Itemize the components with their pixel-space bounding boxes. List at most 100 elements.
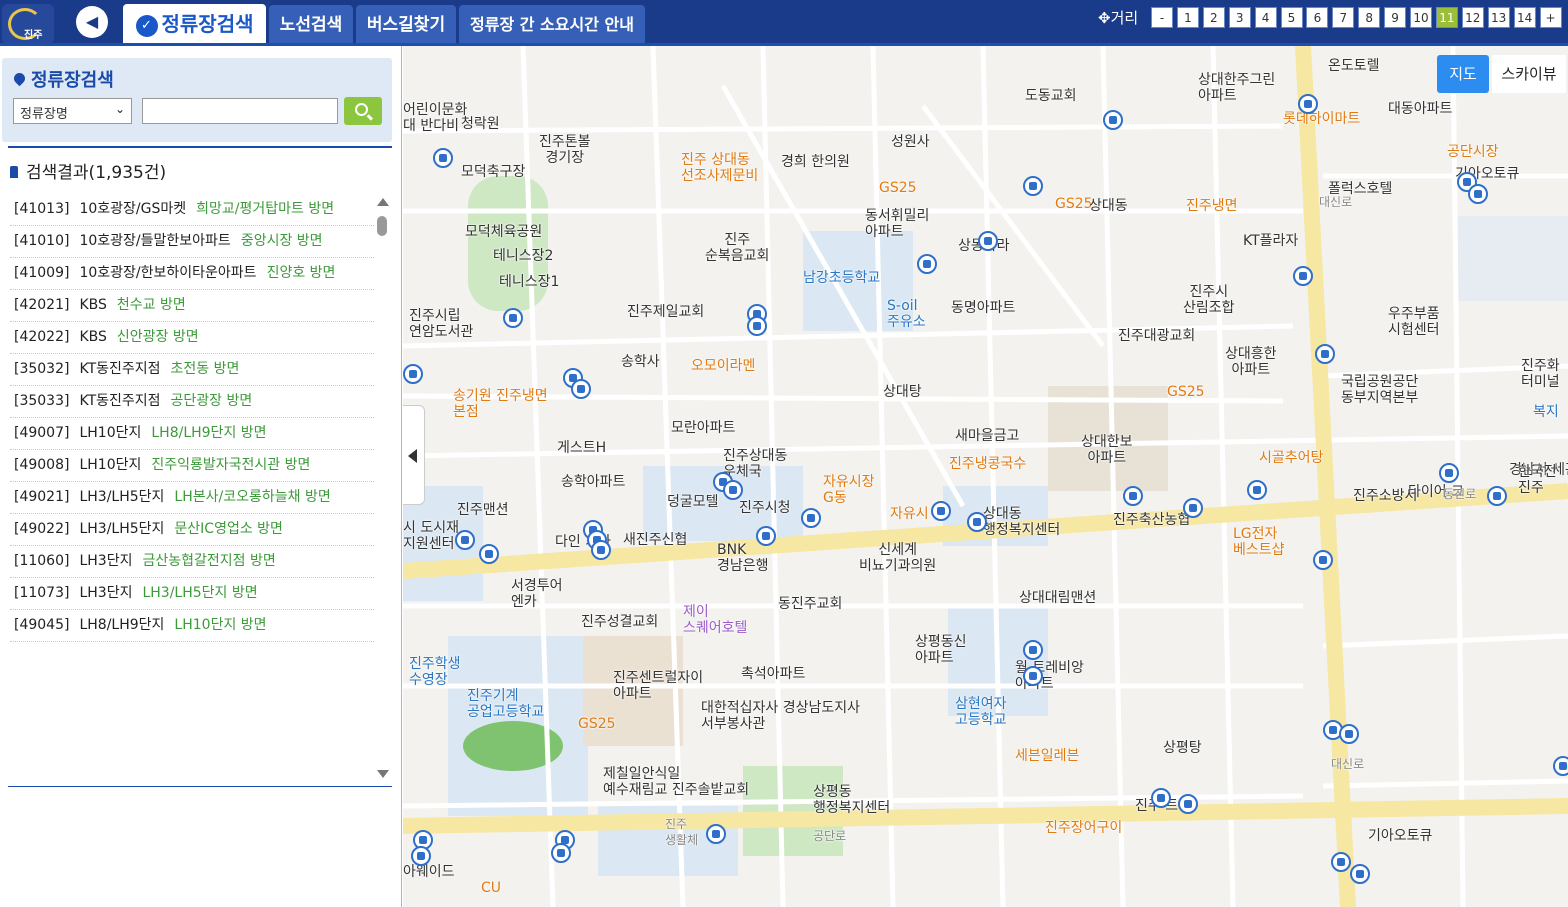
bus-stop-icon[interactable] bbox=[1553, 756, 1568, 776]
map-label[interactable]: 대신로 bbox=[1331, 756, 1364, 772]
map-label[interactable]: 제이 스퀘어호텔 bbox=[683, 604, 747, 636]
bus-stop-icon[interactable] bbox=[479, 544, 499, 564]
map-label[interactable]: 상대대림맨션 bbox=[1019, 590, 1096, 606]
map-label[interactable]: 국립공원공단 동부지역본부 bbox=[1341, 374, 1418, 406]
jinju-logo[interactable]: 진주 bbox=[2, 4, 54, 44]
map-label[interactable]: BNK 경남은행 bbox=[717, 542, 769, 574]
scroll-up-arrow-icon[interactable] bbox=[377, 198, 389, 206]
result-item[interactable]: [49008] LH10단지 진주익룡발자국전시관 방면 bbox=[10, 450, 374, 482]
bus-stop-icon[interactable] bbox=[1023, 666, 1043, 686]
zoom-level-11[interactable]: 11 bbox=[1435, 7, 1458, 28]
map-label[interactable]: 송기원 진주냉면 본점 bbox=[453, 388, 548, 420]
map-label[interactable]: S-oil 주유소 bbox=[887, 298, 926, 330]
map-label[interactable]: 진주기계 공업고등학교 bbox=[467, 688, 544, 720]
map-label[interactable]: 아웨이드 bbox=[403, 864, 455, 880]
bus-stop-icon[interactable] bbox=[1178, 794, 1198, 814]
map-label[interactable]: GS25 bbox=[578, 716, 616, 732]
result-item[interactable]: [42022] KBS 신안광장 방면 bbox=[10, 322, 374, 354]
map-label[interactable]: 테니스장1 bbox=[499, 274, 559, 290]
map-label[interactable]: 진주장어구이 bbox=[1045, 820, 1122, 836]
result-item[interactable]: [49021] LH3/LH5단지 LH본사/코오롱하늘채 방면 bbox=[10, 482, 374, 514]
map-label[interactable]: 대한적십자사 경상남도지사 서부봉사관 bbox=[701, 700, 860, 732]
map-label[interactable]: 게스트H bbox=[557, 440, 606, 456]
map-label[interactable]: 상평탕 bbox=[1163, 740, 1202, 756]
bus-stop-icon[interactable] bbox=[455, 530, 475, 550]
map-label[interactable]: GS25 bbox=[879, 180, 917, 196]
map-label[interactable]: 진주 생활체 bbox=[665, 816, 698, 848]
map-label[interactable]: 진주냉콩국수 bbox=[949, 456, 1026, 472]
zoom-level-14[interactable]: 14 bbox=[1513, 7, 1536, 28]
bus-stop-icon[interactable] bbox=[1439, 463, 1459, 483]
zoom-level-6[interactable]: 6 bbox=[1306, 7, 1329, 28]
map-label[interactable]: 송학아파트 bbox=[561, 474, 625, 490]
zoom-level-9[interactable]: 9 bbox=[1384, 7, 1407, 28]
bus-stop-icon[interactable] bbox=[1293, 266, 1313, 286]
map-label[interactable]: 상평동신 아파트 bbox=[915, 634, 967, 666]
zoom-in-button[interactable]: + bbox=[1539, 7, 1562, 28]
map-label[interactable]: 신세계 비뇨기과의원 bbox=[859, 542, 936, 574]
map-label[interactable]: 삼현여자 고등학교 bbox=[955, 696, 1007, 728]
map-label[interactable]: 상대탕 bbox=[883, 384, 922, 400]
map-label[interactable]: 진주시립 연암도서관 bbox=[409, 308, 473, 340]
map-label[interactable]: 서경투어 엔카 bbox=[511, 578, 563, 610]
bus-stop-icon[interactable] bbox=[1023, 640, 1043, 660]
zoom-level-3[interactable]: 3 bbox=[1228, 7, 1251, 28]
map-label[interactable]: 우주부품 시험센터 bbox=[1388, 306, 1440, 338]
map-label[interactable]: GS25 bbox=[1167, 384, 1205, 400]
bus-stop-icon[interactable] bbox=[1339, 724, 1359, 744]
map-label[interactable]: 공단시장 bbox=[1447, 144, 1499, 160]
collapse-panel-button[interactable] bbox=[403, 405, 425, 505]
search-button[interactable] bbox=[344, 97, 382, 125]
result-item[interactable]: [41013] 10호광장/GS마켓 희망교/평거탑마트 방면 bbox=[10, 194, 374, 226]
bus-stop-icon[interactable] bbox=[747, 316, 767, 336]
zoom-level-13[interactable]: 13 bbox=[1487, 7, 1510, 28]
map-label[interactable]: 진주톤볼 경기장 bbox=[539, 134, 591, 166]
bus-stop-icon[interactable] bbox=[801, 508, 821, 528]
map-label[interactable]: 진주 순복음교회 bbox=[705, 232, 769, 264]
map-label[interactable]: 진주화 터미널 bbox=[1521, 358, 1560, 390]
scroll-thumb[interactable] bbox=[377, 216, 387, 236]
map-label[interactable]: 진주제일교회 bbox=[627, 304, 704, 320]
map-label[interactable]: 대동아파트 bbox=[1388, 101, 1452, 117]
map-label[interactable]: 기아오토큐 bbox=[1368, 828, 1432, 844]
map-label[interactable]: 진주센트럴자이 아파트 bbox=[613, 670, 703, 702]
bus-stop-icon[interactable] bbox=[917, 254, 937, 274]
tab-travel-time[interactable]: 정류장 간 소요시간 안내 bbox=[459, 5, 645, 45]
bus-stop-icon[interactable] bbox=[1298, 94, 1318, 114]
back-button[interactable]: ◀ bbox=[76, 6, 108, 38]
map-label[interactable]: 성원사 bbox=[891, 134, 930, 150]
search-input[interactable] bbox=[142, 98, 338, 124]
map-view[interactable]: 상대한주그린 아파트 도동교회 온도토렐 대동아파트 롯데하이마트 청락원 진주톤볼 경기장 모덕… bbox=[403, 46, 1568, 907]
map-label[interactable]: 모덕체육공원 bbox=[465, 224, 542, 240]
bus-stop-icon[interactable] bbox=[931, 501, 951, 521]
map-label[interactable]: 모덕축구장 bbox=[461, 164, 525, 180]
result-item[interactable]: [11060] LH3단지 금산농협갈전지점 방면 bbox=[10, 546, 374, 578]
tab-stop-search[interactable]: ✓ 정류장검색 bbox=[123, 4, 266, 46]
map-label[interactable]: 진주상대동 우체국 bbox=[723, 448, 787, 480]
map-label[interactable]: 공단로 bbox=[813, 828, 846, 844]
bus-stop-icon[interactable] bbox=[1183, 498, 1203, 518]
bus-stop-icon[interactable] bbox=[723, 480, 743, 500]
map-label[interactable]: 오모이라멘 bbox=[691, 358, 755, 374]
zoom-level-8[interactable]: 8 bbox=[1358, 7, 1381, 28]
map-label[interactable]: 진주소방서 bbox=[1353, 488, 1417, 504]
map-label[interactable]: 상대흥한 아파트 bbox=[1225, 346, 1277, 378]
scroll-down-arrow-icon[interactable] bbox=[377, 770, 389, 778]
map-view-button[interactable]: 지도 bbox=[1437, 55, 1489, 93]
map-label[interactable]: 대신로 bbox=[1319, 194, 1352, 210]
bus-stop-icon[interactable] bbox=[756, 526, 776, 546]
map-label[interactable]: 상대동 행정복지센터 bbox=[983, 506, 1060, 538]
map-label[interactable]: 동명아파트 bbox=[951, 300, 1015, 316]
map-label[interactable]: 덩굴모텔 bbox=[667, 494, 719, 510]
map-label[interactable]: 상대한보 아파트 bbox=[1081, 434, 1133, 466]
map-label[interactable]: 복지 bbox=[1533, 404, 1559, 420]
map-label[interactable]: 자유시장 G동 bbox=[823, 474, 875, 506]
search-type-select[interactable]: 정류장명 ⌄ bbox=[13, 98, 132, 124]
map-label[interactable]: 촉석아파트 bbox=[741, 666, 805, 682]
list-scrollbar[interactable] bbox=[374, 194, 390, 784]
result-item[interactable]: [11073] LH3단지 LH3/LH5단지 방면 bbox=[10, 578, 374, 610]
map-label[interactable]: 새마을금고 bbox=[955, 428, 1019, 444]
zoom-level-12[interactable]: 12 bbox=[1461, 7, 1484, 28]
map-label[interactable]: 상평동 행정복지센터 bbox=[813, 784, 890, 816]
map-label[interactable]: 송학사 bbox=[621, 354, 660, 370]
